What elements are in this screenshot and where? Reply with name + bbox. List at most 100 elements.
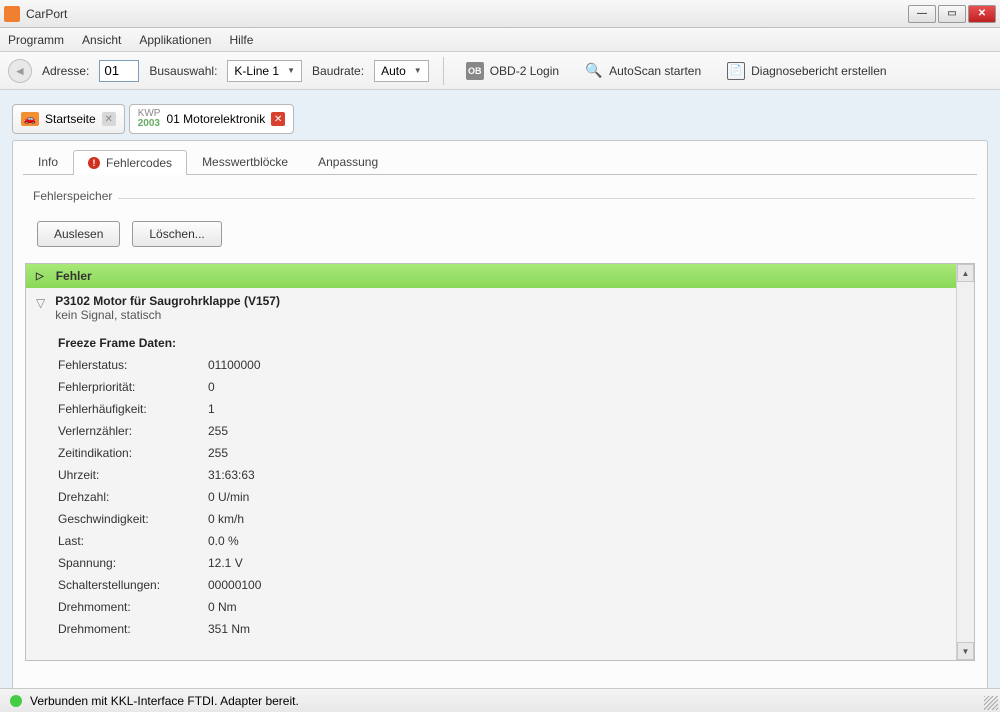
ff-value: 255: [208, 446, 228, 460]
subtab-messwertbloecke[interactable]: Messwertblöcke: [187, 149, 303, 174]
menubar: Programm Ansicht Applikationen Hilfe: [0, 28, 1000, 52]
chevron-down-icon: ▼: [414, 66, 422, 75]
adresse-input[interactable]: [99, 60, 139, 82]
error-subtitle: kein Signal, statisch: [55, 308, 946, 322]
obd-icon: OB: [466, 62, 484, 80]
fehlerspeicher-fieldset: Fehlerspeicher Auslesen Löschen... ▷ Feh…: [25, 189, 975, 661]
error-list: ▷ Fehler ▽ P3102 Motor für Saugrohrklapp…: [25, 263, 975, 661]
titlebar: CarPort — ▭ ✕: [0, 0, 1000, 28]
ff-key: Drehmoment:: [58, 600, 208, 614]
toolbar: ◄ Adresse: Busauswahl: K-Line 1 ▼ Baudrat…: [0, 52, 1000, 90]
ff-key: Drehmoment:: [58, 622, 208, 636]
ff-value: 1: [208, 402, 215, 416]
freeze-frame-grid: Fehlerstatus:01100000Fehlerpriorität:0Fe…: [58, 354, 946, 640]
magnifier-icon: 🔍: [585, 62, 603, 80]
baudrate-select[interactable]: Auto ▼: [374, 60, 429, 82]
tab-motorelektronik[interactable]: KWP2003 01 Motorelektronik ✕: [129, 104, 295, 134]
subtabs: Info !Fehlercodes Messwertblöcke Anpassu…: [23, 149, 977, 175]
freeze-frame-row: Fehlerstatus:01100000: [58, 354, 946, 376]
subtab-anpassung[interactable]: Anpassung: [303, 149, 393, 174]
adresse-label: Adresse:: [42, 64, 89, 78]
freeze-frame-row: Uhrzeit:31:63:63: [58, 464, 946, 486]
main-panel: Info !Fehlercodes Messwertblöcke Anpassu…: [12, 140, 988, 708]
freeze-frame-row: Geschwindigkeit:0 km/h: [58, 508, 946, 530]
minimize-button[interactable]: —: [908, 5, 936, 23]
freeze-frame-row: Zeitindikation:255: [58, 442, 946, 464]
autoscan-button[interactable]: 🔍 AutoScan starten: [577, 58, 709, 84]
kwp-icon: KWP2003: [138, 109, 161, 129]
freeze-frame-row: Last:0.0 %: [58, 530, 946, 552]
ff-value: 31:63:63: [208, 468, 255, 482]
scroll-up-icon[interactable]: ▲: [957, 264, 974, 282]
tab-startseite[interactable]: 🚗 Startseite ✕: [12, 104, 125, 134]
freeze-frame-row: Drehmoment:351 Nm: [58, 618, 946, 640]
subtab-fehlercodes-label: Fehlercodes: [106, 156, 172, 170]
ff-value: 0 U/min: [208, 490, 249, 504]
ff-key: Fehlerstatus:: [58, 358, 208, 372]
loeschen-button[interactable]: Löschen...: [132, 221, 221, 247]
menu-hilfe[interactable]: Hilfe: [229, 33, 253, 47]
freeze-frame-row: Verlernzähler:255: [58, 420, 946, 442]
report-icon: 📄: [727, 62, 745, 80]
app-icon: [4, 6, 20, 22]
ff-value: 12.1 V: [208, 556, 243, 570]
menu-ansicht[interactable]: Ansicht: [82, 33, 121, 47]
ff-value: 351 Nm: [208, 622, 250, 636]
separator: [443, 57, 444, 85]
subtab-info[interactable]: Info: [23, 149, 73, 174]
freeze-frame-row: Spannung:12.1 V: [58, 552, 946, 574]
tab-startseite-label: Startseite: [45, 112, 96, 126]
triangle-right-icon: ▷: [36, 271, 44, 282]
status-text: Verbunden mit KKL-Interface FTDI. Adapte…: [30, 694, 299, 708]
back-button[interactable]: ◄: [8, 59, 32, 83]
collapse-icon[interactable]: ▽: [36, 296, 45, 310]
busauswahl-select[interactable]: K-Line 1 ▼: [227, 60, 302, 82]
subtab-fehlercodes[interactable]: !Fehlercodes: [73, 150, 187, 175]
busauswahl-label: Busauswahl:: [149, 64, 217, 78]
menu-applikationen[interactable]: Applikationen: [139, 33, 211, 47]
freeze-frame-row: Fehlerhäufigkeit:1: [58, 398, 946, 420]
ff-value: 0.0 %: [208, 534, 239, 548]
freeze-frame-row: Drehmoment:0 Nm: [58, 596, 946, 618]
baudrate-label: Baudrate:: [312, 64, 364, 78]
window-title: CarPort: [26, 7, 908, 21]
maximize-button[interactable]: ▭: [938, 5, 966, 23]
ff-value: 0: [208, 380, 215, 394]
close-tab-icon[interactable]: ✕: [102, 112, 116, 126]
ff-value: 0 Nm: [208, 600, 237, 614]
error-header[interactable]: ▷ Fehler: [26, 264, 956, 288]
scrollbar[interactable]: ▲ ▼: [956, 264, 974, 660]
connection-status-icon: [10, 695, 22, 707]
scroll-down-icon[interactable]: ▼: [957, 642, 974, 660]
baudrate-value: Auto: [381, 64, 406, 78]
resize-grip-icon[interactable]: [984, 696, 998, 710]
ff-key: Zeitindikation:: [58, 446, 208, 460]
scroll-track[interactable]: [957, 282, 974, 642]
busauswahl-value: K-Line 1: [234, 64, 279, 78]
error-header-label: Fehler: [56, 269, 92, 283]
obd2-label: OBD-2 Login: [490, 64, 559, 78]
report-button[interactable]: 📄Diagnosebericht erstellen: [719, 58, 894, 84]
obd2-login-button[interactable]: OB OBD-2 Login: [458, 58, 567, 84]
auslesen-button[interactable]: Auslesen: [37, 221, 120, 247]
ff-value: 01100000: [208, 358, 261, 372]
freeze-frame-heading: Freeze Frame Daten:: [58, 336, 946, 350]
close-tab-icon[interactable]: ✕: [271, 112, 285, 126]
document-tabs: 🚗 Startseite ✕ KWP2003 01 Motorelektroni…: [12, 100, 988, 134]
ff-key: Uhrzeit:: [58, 468, 208, 482]
car-icon: 🚗: [21, 112, 39, 126]
freeze-frame-row: Schalterstellungen:00000100: [58, 574, 946, 596]
ff-key: Geschwindigkeit:: [58, 512, 208, 526]
ff-key: Verlernzähler:: [58, 424, 208, 438]
close-button[interactable]: ✕: [968, 5, 996, 23]
freeze-frame-row: Drehzahl:0 U/min: [58, 486, 946, 508]
freeze-frame-row: Fehlerpriorität:0: [58, 376, 946, 398]
ff-key: Spannung:: [58, 556, 208, 570]
ff-value: 0 km/h: [208, 512, 244, 526]
ff-key: Last:: [58, 534, 208, 548]
ff-value: 255: [208, 424, 228, 438]
ff-value: 00000100: [208, 578, 261, 592]
autoscan-label: AutoScan starten: [609, 64, 701, 78]
menu-programm[interactable]: Programm: [8, 33, 64, 47]
chevron-down-icon: ▼: [287, 66, 295, 75]
